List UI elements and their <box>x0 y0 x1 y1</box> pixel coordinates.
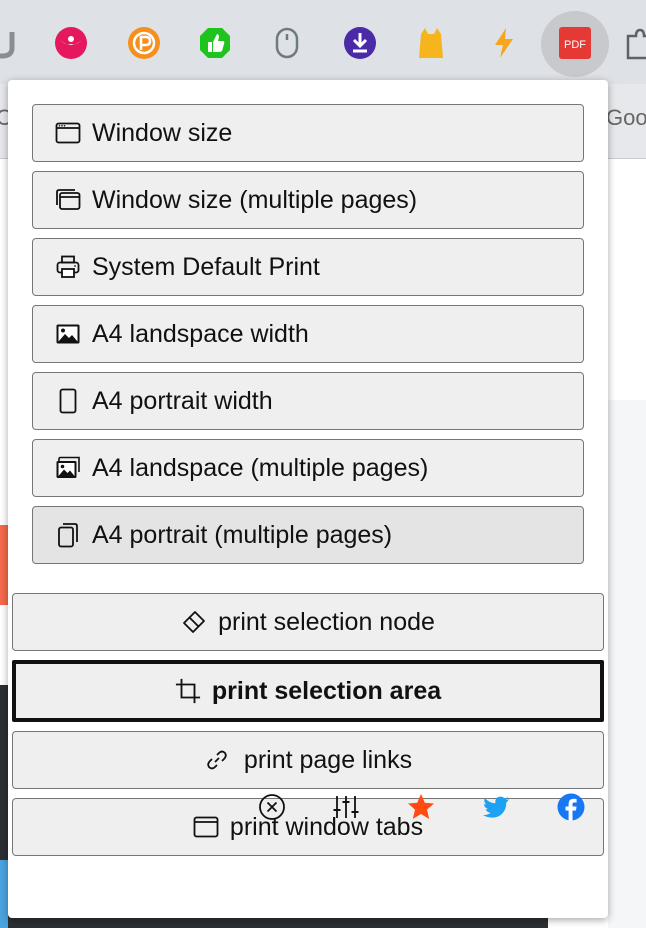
option-window-size-multiple[interactable]: Window size (multiple pages) <box>32 171 584 229</box>
window-tabs-icon <box>193 814 219 840</box>
window-icon <box>55 120 81 146</box>
option-a4-portrait-width[interactable]: A4 portrait width <box>32 372 584 430</box>
background-text-right: Goo <box>606 105 646 130</box>
option-a4-landscape-multiple[interactable]: A4 landspace (multiple pages) <box>32 439 584 497</box>
windows-stack-icon <box>55 187 81 213</box>
pdf-extension-label: PDF <box>564 39 586 51</box>
option-label: A4 portrait width <box>92 386 273 415</box>
u-extension-icon[interactable] <box>0 26 20 60</box>
pdf-extension-icon[interactable]: PDF <box>558 26 592 60</box>
twitter-icon[interactable] <box>479 790 513 824</box>
thumbs-up-extension-icon[interactable] <box>198 26 232 60</box>
sliders-icon[interactable] <box>329 790 363 824</box>
option-label: A4 landspace width <box>92 319 309 348</box>
option-window-size[interactable]: Window size <box>32 104 584 162</box>
background-panel-right <box>608 400 646 928</box>
download-extension-icon[interactable] <box>343 26 377 60</box>
option-label: Window size <box>92 118 233 147</box>
p-circle-extension-icon[interactable] <box>127 26 161 60</box>
print-page-links-label: print page links <box>243 745 413 774</box>
printer-icon <box>55 254 81 280</box>
lightning-extension-icon[interactable] <box>487 26 521 60</box>
background-blue-strip <box>0 860 8 928</box>
background-accent-strip <box>0 525 8 605</box>
print-selection-node-label: print selection node <box>218 607 435 636</box>
close-circle-icon[interactable] <box>255 790 289 824</box>
pages-stack-icon <box>55 522 81 548</box>
print-selection-area-button[interactable]: print selection area <box>12 660 604 722</box>
image-icon <box>55 321 81 347</box>
print-page-links-button[interactable]: print page links <box>12 731 604 789</box>
images-stack-icon <box>55 455 81 481</box>
option-a4-portrait-multiple[interactable]: A4 portrait (multiple pages) <box>32 506 584 564</box>
print-selection-node-button[interactable]: print selection node <box>12 593 604 651</box>
option-label: A4 landspace (multiple pages) <box>92 453 429 482</box>
option-a4-landscape-width[interactable]: A4 landspace width <box>32 305 584 363</box>
mouse-extension-icon[interactable] <box>270 26 304 60</box>
link-icon <box>204 747 230 773</box>
print-selection-area-label: print selection area <box>211 676 442 705</box>
option-label: System Default Print <box>92 252 320 281</box>
crop-icon <box>175 678 201 704</box>
portrait-page-icon <box>55 388 81 414</box>
option-system-default-print[interactable]: System Default Print <box>32 238 584 296</box>
print-window-tabs-button[interactable]: print window tabs <box>12 798 604 856</box>
bird-extension-icon[interactable] <box>54 26 88 60</box>
cat-extension-icon[interactable] <box>414 26 448 60</box>
puzzle-extension-icon[interactable] <box>624 26 646 60</box>
browser-toolbar: PDF <box>0 0 646 85</box>
option-label: Window size (multiple pages) <box>92 185 418 214</box>
eraser-icon <box>181 609 207 635</box>
star-icon[interactable] <box>404 790 438 824</box>
facebook-icon[interactable] <box>554 790 588 824</box>
option-label: A4 portrait (multiple pages) <box>92 520 393 549</box>
